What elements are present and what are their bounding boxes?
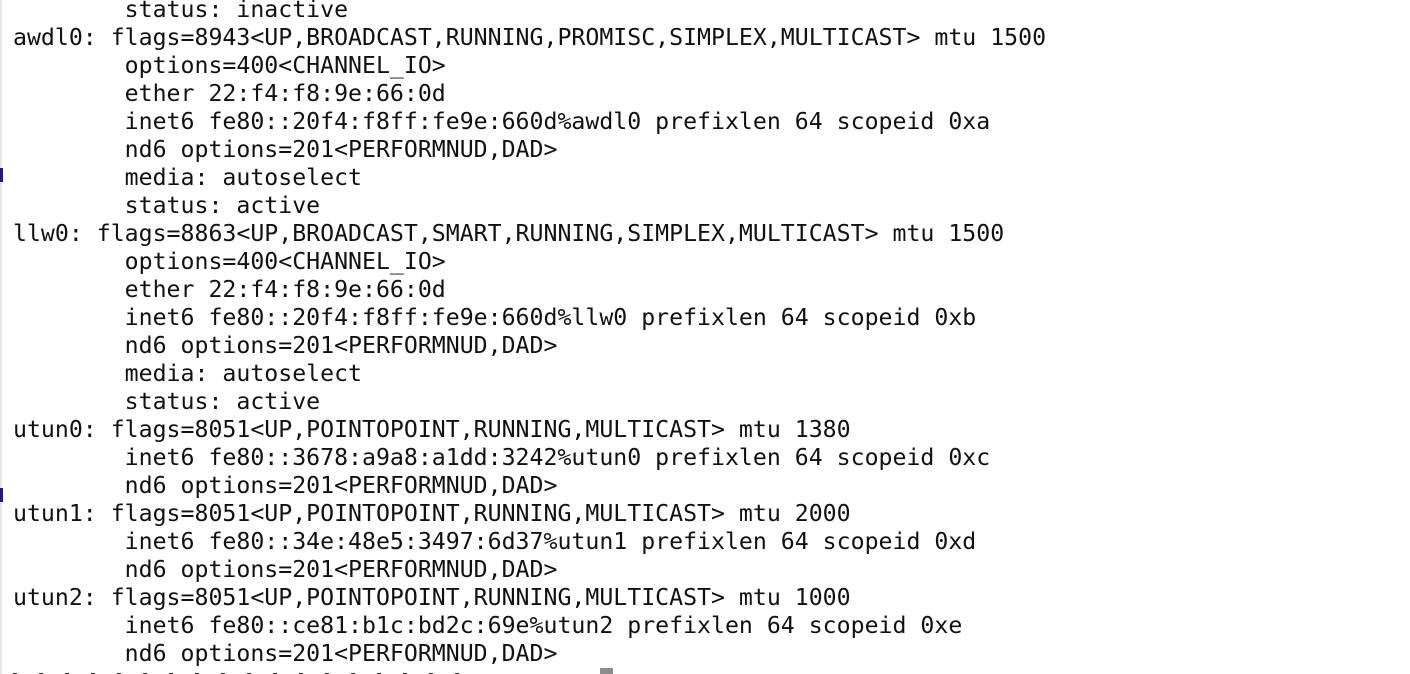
- output-line: utun1: flags=8051<UP,POINTOPOINT,RUNNING…: [13, 500, 851, 527]
- text-cursor: [600, 668, 613, 674]
- clipped-output-line: [13, 667, 573, 674]
- terminal-output[interactable]: status: inactive awdl0: flags=8943<UP,BRO…: [13, 0, 1046, 668]
- output-line: utun0: flags=8051<UP,POINTOPOINT,RUNNING…: [13, 416, 851, 443]
- output-line: media: autoselect: [13, 164, 363, 191]
- output-line: options=400<CHANNEL_IO>: [13, 248, 446, 275]
- output-line: awdl0: flags=8943<UP,BROADCAST,RUNNING,P…: [13, 24, 1047, 51]
- output-line: options=400<CHANNEL_IO>: [13, 52, 446, 79]
- output-line: ether 22:f4:f8:9e:66:0d: [13, 80, 446, 107]
- output-line: llw0: flags=8863<UP,BROADCAST,SMART,RUNN…: [13, 220, 1005, 247]
- output-line: status: active: [13, 192, 321, 219]
- output-line: nd6 options=201<PERFORMNUD,DAD>: [13, 136, 558, 163]
- output-line: media: autoselect: [13, 360, 363, 387]
- output-line: nd6 options=201<PERFORMNUD,DAD>: [13, 640, 558, 667]
- left-edge-marker: [0, 488, 3, 502]
- output-line: inet6 fe80::20f4:f8ff:fe9e:660d%llw0 pre…: [13, 304, 977, 331]
- terminal-window[interactable]: status: inactive awdl0: flags=8943<UP,BRO…: [0, 0, 1410, 674]
- output-line: nd6 options=201<PERFORMNUD,DAD>: [13, 556, 558, 583]
- left-edge-marker: [0, 168, 3, 182]
- window-left-edge: [0, 0, 2, 674]
- output-line: status: inactive: [13, 0, 349, 23]
- output-line: ether 22:f4:f8:9e:66:0d: [13, 276, 446, 303]
- output-line: inet6 fe80::34e:48e5:3497:6d37%utun1 pre…: [13, 528, 977, 555]
- output-line: nd6 options=201<PERFORMNUD,DAD>: [13, 472, 558, 499]
- output-line: status: active: [13, 388, 321, 415]
- output-line: inet6 fe80::ce81:b1c:bd2c:69e%utun2 pref…: [13, 612, 963, 639]
- output-line: inet6 fe80::3678:a9a8:a1dd:3242%utun0 pr…: [13, 444, 991, 471]
- output-line: inet6 fe80::20f4:f8ff:fe9e:660d%awdl0 pr…: [13, 108, 991, 135]
- output-line: utun2: flags=8051<UP,POINTOPOINT,RUNNING…: [13, 584, 851, 611]
- output-line: nd6 options=201<PERFORMNUD,DAD>: [13, 332, 558, 359]
